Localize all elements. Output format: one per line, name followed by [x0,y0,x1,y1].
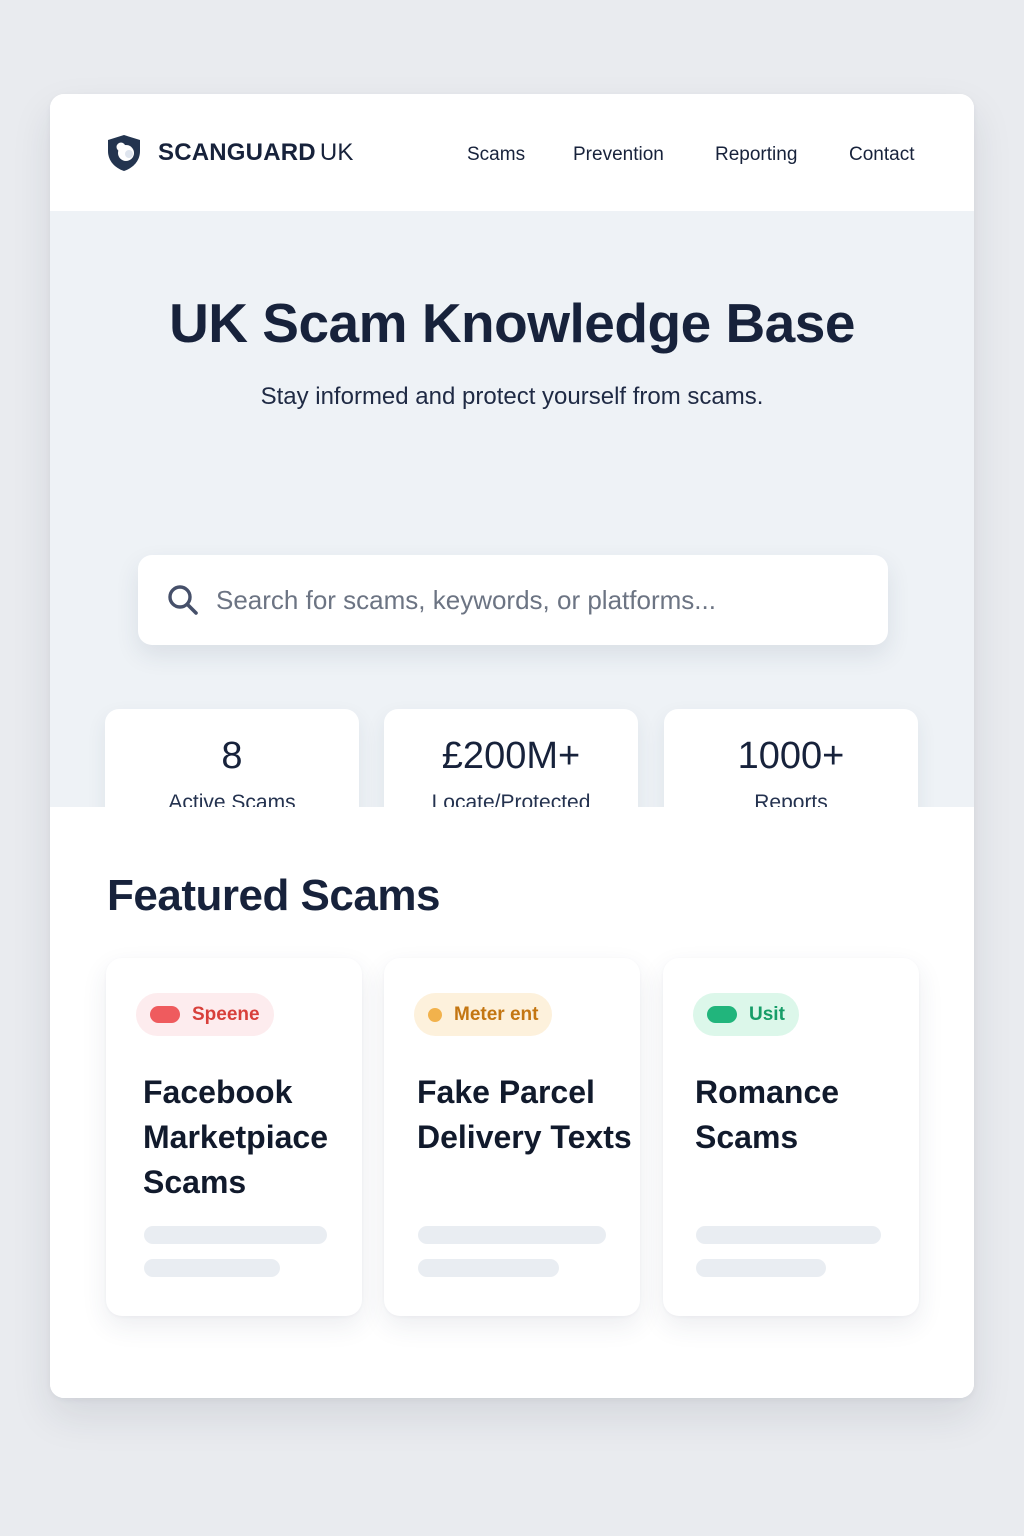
placeholder-line [144,1226,327,1244]
stat-value: £200M+ [441,735,581,777]
card-title: Fake Parcel Delivery Texts [417,1074,632,1155]
hero-section: UK Scam Knowledge Base Stay informed and… [50,211,974,841]
nav-link-contact[interactable]: Contact [849,144,914,166]
category-badge: Meter ent [414,993,553,1036]
placeholder-line [418,1226,606,1244]
scam-card-romance[interactable]: Usit Romance Scams [663,958,919,1316]
stat-value: 8 [221,735,243,777]
card-title: Romance Scams [695,1074,840,1155]
search-bar [138,555,888,645]
featured-scams-section: Featured Scams Speene Facebook Marketpia… [50,807,974,1398]
dot-icon [428,1007,442,1022]
main-nav: Scams Prevention Reporting Contact [50,144,974,168]
placeholder-line [144,1259,280,1277]
stat-value: 1000+ [737,735,845,777]
badge-label: Usit [749,1003,785,1025]
scam-card-facebook[interactable]: Speene Facebook Marketpiace Scams [106,958,362,1316]
nav-link-reporting[interactable]: Reporting [715,144,797,166]
card-title: Facebook Marketpiace Scams [143,1074,328,1200]
toggle-pill-icon [707,1006,737,1023]
placeholder-line [696,1259,826,1277]
nav-link-prevention[interactable]: Prevention [573,144,664,166]
hero-subtitle: Stay informed and protect yourself from … [260,383,764,410]
search-icon[interactable] [166,583,200,617]
app-window: SCANGUARD UK Scams Prevention Reporting C… [50,94,974,1398]
category-badge: Usit [693,993,799,1036]
top-navigation-bar: SCANGUARD UK Scams Prevention Reporting C… [50,94,974,211]
badge-label: Meter ent [454,1003,539,1025]
category-badge: Speene [136,993,274,1036]
toggle-pill-icon [150,1006,180,1023]
placeholder-line [418,1259,559,1277]
search-input[interactable] [216,575,856,625]
badge-label: Speene [192,1003,260,1025]
placeholder-line [696,1226,881,1244]
section-title: Featured Scams [107,871,440,920]
scam-card-parcel[interactable]: Meter ent Fake Parcel Delivery Texts [384,958,640,1316]
nav-link-scams[interactable]: Scams [467,144,525,166]
page-title: UK Scam Knowledge Base [169,292,855,354]
